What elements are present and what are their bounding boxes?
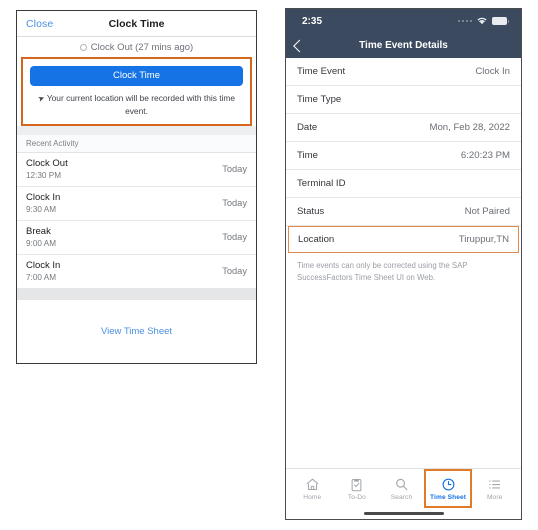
activity-day: Today xyxy=(222,232,247,243)
left-panel-header: Close Clock Time xyxy=(17,11,256,37)
detail-value: Mon, Feb 28, 2022 xyxy=(429,122,510,133)
nav-bar: Time Event Details xyxy=(286,33,521,58)
activity-row[interactable]: Clock Out 12:30 PM Today xyxy=(17,153,256,187)
location-note-text: Your current location will be recorded w… xyxy=(46,93,236,116)
bottom-tab-bar: Home To-Do Search Time Sheet More xyxy=(286,468,521,508)
detail-label: Time xyxy=(297,150,318,161)
correction-note: Time events can only be corrected using … xyxy=(286,253,521,293)
status-bar: 2:35 xyxy=(286,9,521,33)
clock-status-label: Clock Out (27 mins ago) xyxy=(90,41,194,53)
activity-day: Today xyxy=(222,164,247,175)
home-indicator-area xyxy=(286,508,521,519)
list-menu-icon xyxy=(487,477,502,492)
activity-time: 9:30 AM xyxy=(26,205,57,215)
recent-activity-title: Recent Activity xyxy=(26,138,79,148)
activity-time: 9:00 AM xyxy=(26,239,57,249)
clock-icon xyxy=(441,477,456,492)
battery-icon xyxy=(492,17,509,25)
status-bar-indicators xyxy=(457,12,509,30)
home-icon xyxy=(305,477,320,492)
activity-day: Today xyxy=(222,198,247,209)
clock-time-panel: Close Clock Time Clock Out (27 mins ago)… xyxy=(16,10,257,364)
activity-row-main: Clock Out 12:30 PM xyxy=(26,158,68,180)
screenshot-stage: Close Clock Time Clock Out (27 mins ago)… xyxy=(0,0,538,530)
detail-row[interactable]: Time 6:20:23 PM xyxy=(286,142,521,170)
detail-row[interactable]: Status Not Paired xyxy=(286,198,521,226)
tab-search[interactable]: Search xyxy=(379,469,424,508)
home-indicator[interactable] xyxy=(363,512,444,515)
tab-label: More xyxy=(486,493,503,501)
tab-label: Search xyxy=(390,493,413,501)
activity-time: 7:00 AM xyxy=(26,273,57,283)
detail-label: Location xyxy=(298,234,335,245)
detail-value: 6:20:23 PM xyxy=(460,150,510,161)
detail-row[interactable]: Date Mon, Feb 28, 2022 xyxy=(286,114,521,142)
activity-title: Clock Out xyxy=(26,158,68,170)
view-time-sheet-link[interactable]: View Time Sheet xyxy=(17,299,256,363)
tab-more[interactable]: More xyxy=(472,469,517,508)
tab-label: Time Sheet xyxy=(430,493,467,501)
detail-value: Clock In xyxy=(475,66,510,77)
status-bar-time: 2:35 xyxy=(302,15,323,27)
page-title: Clock Time xyxy=(108,17,165,30)
activity-row[interactable]: Break 9:00 AM Today xyxy=(17,221,256,255)
clock-time-highlight-box: Clock Time ➤ Your current location will … xyxy=(21,57,252,126)
recent-activity-header: Recent Activity xyxy=(17,134,256,153)
activity-row-main: Clock In 7:00 AM xyxy=(26,260,60,282)
tab-to-do[interactable]: To-Do xyxy=(335,469,380,508)
clock-time-button[interactable]: Clock Time xyxy=(30,66,243,86)
detail-label: Time Event xyxy=(297,66,346,77)
clock-status-option[interactable]: Clock Out (27 mins ago) xyxy=(17,37,256,57)
detail-row[interactable]: Time Event Clock In xyxy=(286,58,521,86)
detail-label: Date xyxy=(297,122,318,133)
activity-time: 12:30 PM xyxy=(26,171,62,181)
detail-label: Time Type xyxy=(297,94,342,105)
recent-activity-list: Clock Out 12:30 PM Today Clock In 9:30 AM Tod… xyxy=(17,152,256,289)
activity-row-main: Clock In 9:30 AM xyxy=(26,192,60,214)
tab-label: To-Do xyxy=(347,493,366,501)
content-filler xyxy=(286,292,521,468)
location-note: ➤ Your current location will be recorded… xyxy=(30,92,243,119)
detail-row[interactable]: Terminal ID xyxy=(286,170,521,198)
list-footer-spacer xyxy=(17,288,256,300)
radio-unselected-icon[interactable] xyxy=(79,43,87,51)
navigation-arrow-icon: ➤ xyxy=(36,93,46,104)
section-spacer xyxy=(17,125,256,135)
activity-row[interactable]: Clock In 9:30 AM Today xyxy=(17,187,256,221)
wifi-icon xyxy=(476,12,488,30)
nav-title: Time Event Details xyxy=(359,40,448,51)
clipboard-check-icon xyxy=(349,477,364,492)
activity-row[interactable]: Clock In 7:00 AM Today xyxy=(17,255,256,289)
detail-label: Terminal ID xyxy=(297,178,346,189)
time-event-details-panel: 2:35 Time Event Details Time Event Clock … xyxy=(285,8,522,520)
time-event-detail-list: Time Event Clock In Time Type Date Mon, Feb … xyxy=(286,58,521,253)
tab-label: Home xyxy=(303,493,322,501)
activity-title: Break xyxy=(26,226,51,238)
detail-value: Tiruppur,TN xyxy=(458,234,509,245)
activity-row-main: Break 9:00 AM xyxy=(26,226,56,248)
tab-home[interactable]: Home xyxy=(290,469,335,508)
detail-row[interactable]: Time Type xyxy=(286,86,521,114)
detail-row-highlighted[interactable]: Location Tiruppur,TN xyxy=(288,226,519,253)
activity-title: Clock In xyxy=(26,192,61,204)
tab-time-sheet[interactable]: Time Sheet xyxy=(423,469,473,508)
activity-day: Today xyxy=(222,266,247,277)
activity-title: Clock In xyxy=(26,260,61,272)
detail-value: Not Paired xyxy=(464,206,510,217)
search-icon xyxy=(394,477,409,492)
signal-dots-icon xyxy=(457,19,472,23)
detail-label: Status xyxy=(297,206,325,217)
